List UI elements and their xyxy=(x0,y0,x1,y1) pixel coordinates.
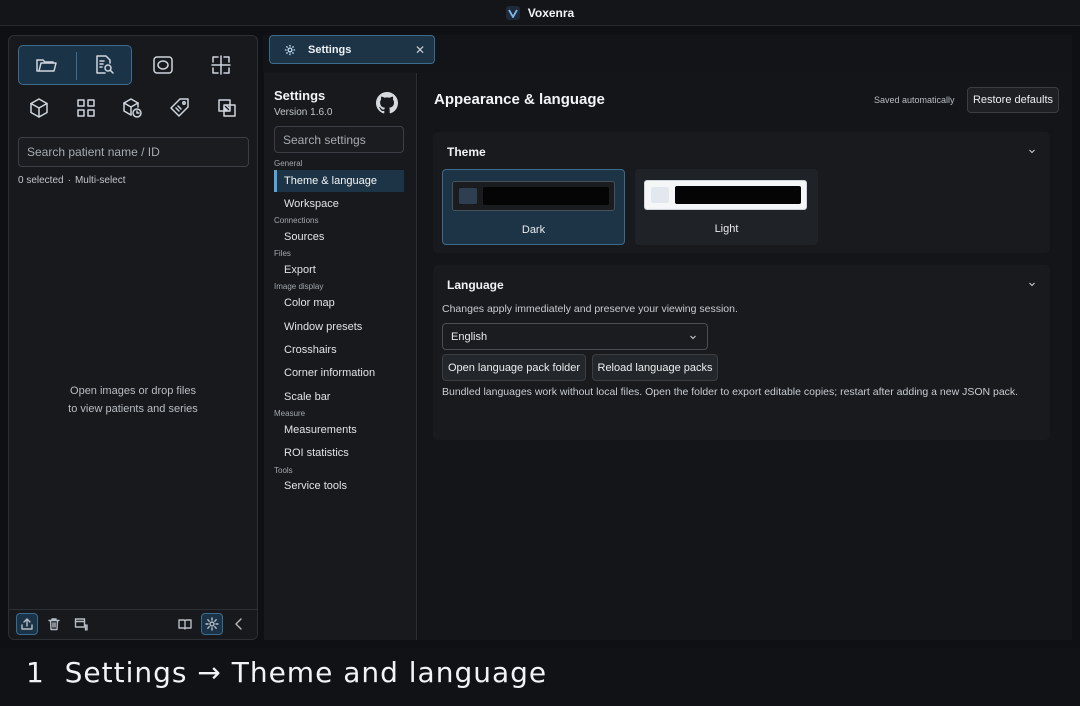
tab-settings-label: Settings xyxy=(308,43,352,56)
nav-item-roi-statistics[interactable]: ROI statistics xyxy=(274,442,404,464)
cube-3d-icon[interactable] xyxy=(19,92,59,124)
nav-item-theme-language[interactable]: Theme & language xyxy=(274,170,404,192)
language-select-value: English xyxy=(451,330,488,343)
empty-state-line-1: Open images or drop files xyxy=(70,385,196,397)
nav-item-workspace[interactable]: Workspace xyxy=(274,193,404,215)
empty-state-line-2: to view patients and series xyxy=(68,403,198,415)
chevron-down-icon[interactable] xyxy=(1028,147,1036,155)
group-measure: Measure xyxy=(274,409,306,418)
nav-item-window-presets[interactable]: Window presets xyxy=(274,316,404,338)
tab-settings[interactable]: Settings ✕ xyxy=(269,35,435,64)
app-logo-icon xyxy=(505,5,520,20)
settings-tab-gear-icon xyxy=(284,44,296,55)
file-search-icon[interactable] xyxy=(84,49,124,81)
app-title: Voxenra xyxy=(527,5,575,20)
title-bar: Voxenra xyxy=(0,0,1080,26)
panel-bottom-bar xyxy=(9,609,257,639)
preview-swatch xyxy=(651,187,669,203)
tag-icon[interactable] xyxy=(160,92,200,124)
nav-item-export[interactable]: Export xyxy=(274,259,404,281)
overlay-compare-icon[interactable] xyxy=(207,92,247,124)
nav-item-sources[interactable]: Sources xyxy=(274,226,404,248)
group-general: General xyxy=(274,159,303,168)
theme-section-title: Theme xyxy=(447,145,486,159)
language-section: Language Changes apply immediately and p… xyxy=(433,265,1050,440)
tab-strip: Settings ✕ xyxy=(263,35,1072,73)
empty-state: Open images or drop files to view patien… xyxy=(9,382,257,418)
separator-dot: · xyxy=(67,175,71,186)
restore-defaults-button[interactable]: Restore defaults xyxy=(967,87,1059,113)
language-description: Changes apply immediately and preserve y… xyxy=(442,303,738,315)
close-icon[interactable]: ✕ xyxy=(415,43,425,57)
settings-gear-icon[interactable] xyxy=(201,613,223,635)
viewer-frame-icon[interactable] xyxy=(143,49,183,81)
preview-bar xyxy=(483,187,609,205)
reload-language-packs-button[interactable]: Reload language packs xyxy=(592,354,718,381)
cube-clock-icon[interactable] xyxy=(112,92,152,124)
light-theme-preview xyxy=(644,180,807,210)
chevron-down-icon[interactable] xyxy=(1028,280,1036,288)
crosshair-layout-icon[interactable] xyxy=(201,49,241,81)
nav-item-corner-information[interactable]: Corner information xyxy=(274,362,404,384)
theme-option-light-label: Light xyxy=(714,223,739,235)
language-section-title: Language xyxy=(447,278,504,292)
theme-option-light[interactable]: Light xyxy=(635,169,818,245)
language-select[interactable]: English xyxy=(442,323,708,350)
book-icon[interactable] xyxy=(174,613,196,635)
settings-content: Appearance & language Saved automaticall… xyxy=(418,73,1072,640)
settings-search-input[interactable] xyxy=(274,126,404,153)
collapse-panel-icon[interactable] xyxy=(228,613,250,635)
nav-item-measurements[interactable]: Measurements xyxy=(274,419,404,441)
open-folder-icon[interactable] xyxy=(26,49,66,81)
theme-option-dark[interactable]: Dark xyxy=(442,169,625,245)
settings-title: Settings xyxy=(274,88,326,103)
upload-icon[interactable] xyxy=(16,613,38,635)
nav-item-color-map[interactable]: Color map xyxy=(274,292,404,314)
grid-layout-icon[interactable] xyxy=(66,92,106,124)
series-pause-icon[interactable] xyxy=(70,613,92,635)
group-files: Files xyxy=(274,249,291,258)
chevron-down-icon xyxy=(690,335,696,340)
preview-bar xyxy=(675,186,801,204)
caption-bar: 1 Settings → Theme and language xyxy=(0,648,1080,706)
dark-theme-preview xyxy=(452,181,615,211)
nav-item-scale-bar[interactable]: Scale bar xyxy=(274,386,404,408)
group-tools: Tools xyxy=(274,466,293,475)
theme-section: Theme Dark Light xyxy=(433,132,1050,253)
theme-option-dark-label: Dark xyxy=(521,224,546,236)
version-label: Version 1.6.0 xyxy=(274,107,333,118)
step-caption: 1 Settings → Theme and language xyxy=(26,656,548,689)
saved-status: Saved automatically xyxy=(874,95,955,105)
divider xyxy=(76,52,77,80)
settings-sidebar: Settings Version 1.6.0 General Theme & l… xyxy=(264,73,417,640)
trash-icon[interactable] xyxy=(43,613,65,635)
nav-item-service-tools[interactable]: Service tools xyxy=(274,475,404,497)
selected-count: 0 selected xyxy=(18,175,64,186)
language-note: Bundled languages work without local fil… xyxy=(442,386,1019,398)
group-connections: Connections xyxy=(274,216,319,225)
page-title: Appearance & language xyxy=(434,91,605,108)
group-image-display: Image display xyxy=(274,282,324,291)
open-language-pack-folder-button[interactable]: Open language pack folder xyxy=(442,354,586,381)
patient-panel: 0 selected · Multi-select Open images or… xyxy=(8,35,258,640)
preview-swatch xyxy=(459,188,477,204)
github-icon[interactable] xyxy=(375,91,399,115)
selection-info: 0 selected · Multi-select xyxy=(18,175,126,186)
nav-item-crosshairs[interactable]: Crosshairs xyxy=(274,339,404,361)
patient-search-input[interactable] xyxy=(18,137,249,167)
multi-select-toggle[interactable]: Multi-select xyxy=(75,175,126,186)
